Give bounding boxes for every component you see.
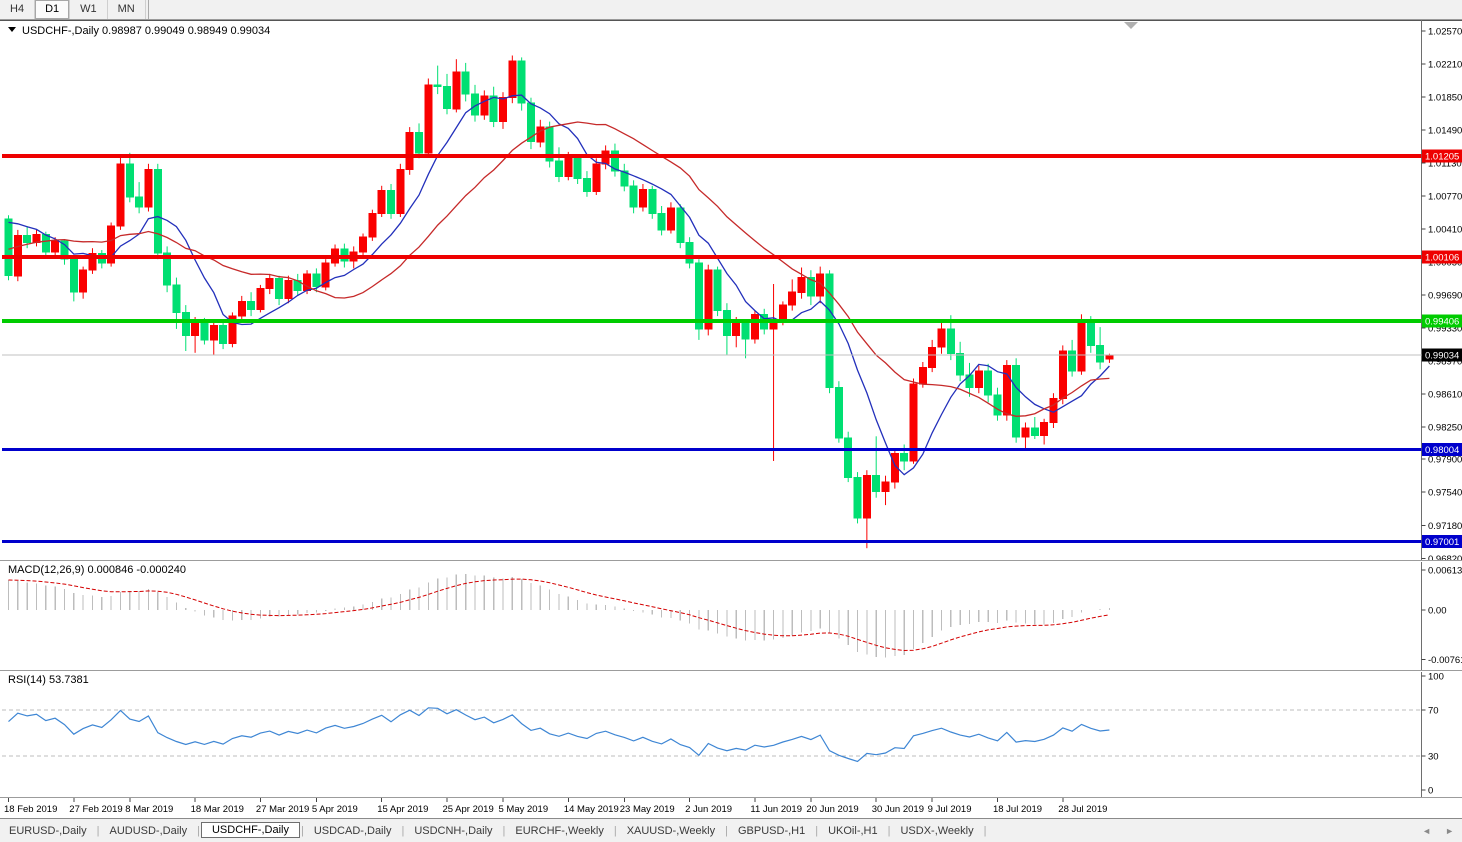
price-tick-label: 0.98250 — [1428, 423, 1462, 434]
chart-tab-usdchf[interactable]: USDCHF-,Daily — [201, 822, 300, 838]
chart-tab-usdcad[interactable]: USDCAD-,Daily — [305, 823, 401, 839]
price-tick-label: 0.99690 — [1428, 290, 1462, 301]
tf-button-d1[interactable]: D1 — [35, 0, 70, 19]
price-tick-label: 1.00410 — [1428, 224, 1462, 235]
svg-text:0.99406: 0.99406 — [1425, 317, 1459, 328]
tabs-scroll-right-icon[interactable]: ► — [1445, 826, 1454, 836]
date-label: 5 May 2019 — [498, 804, 548, 815]
rsi-scale-label: 30 — [1428, 751, 1439, 762]
rsi-label: RSI(14) 53.7381 — [8, 674, 89, 686]
price-tick-label: 1.01490 — [1428, 125, 1462, 136]
price-tick-label: 1.01850 — [1428, 92, 1462, 103]
trading-terminal: H4D1W1MN 1.02570 1.02210 1.01850 1.01490 1.0… — [0, 0, 1462, 842]
price-tick-label: 0.97900 — [1428, 455, 1462, 466]
date-label: 18 Feb 2019 — [4, 804, 57, 815]
date-label: 20 Jun 2019 — [806, 804, 858, 815]
price-tick-label: 0.97180 — [1428, 521, 1462, 532]
date-label: 5 Apr 2019 — [312, 804, 358, 815]
date-label: 27 Feb 2019 — [69, 804, 122, 815]
date-label: 28 Jul 2019 — [1058, 804, 1107, 815]
rsi-scale-label: 100 — [1428, 672, 1444, 683]
chart-tab-usdx[interactable]: USDX-,Weekly — [891, 823, 982, 839]
chart-title-ohlc: USDCHF-,Daily 0.98987 0.99049 0.98949 0.… — [22, 25, 270, 37]
date-label: 8 Mar 2019 — [125, 804, 173, 815]
price-badge-0.97001: 0.97001 — [1422, 535, 1462, 548]
price-tick-label: 1.00770 — [1428, 191, 1462, 202]
svg-text:0.97001: 0.97001 — [1425, 537, 1459, 548]
macd-label: MACD(12,26,9) 0.000846 -0.000240 — [8, 564, 186, 576]
price-tick-label: 0.96820 — [1428, 554, 1462, 565]
price-tick-label: 1.02570 — [1428, 26, 1462, 37]
date-label: 2 Jun 2019 — [685, 804, 732, 815]
date-label: 14 May 2019 — [564, 804, 619, 815]
macd-scale-label: 0.00613 — [1428, 566, 1462, 577]
date-label: 30 Jun 2019 — [872, 804, 924, 815]
date-label: 27 Mar 2019 — [256, 804, 309, 815]
chart-canvas[interactable]: 1.025701.022101.018501.014901.011301.007… — [0, 20, 1462, 818]
price-tick-label: 1.02210 — [1428, 59, 1462, 70]
timeframe-toolbar: H4D1W1MN — [0, 0, 1462, 20]
chart-tab-eurusd[interactable]: EURUSD-,Daily — [0, 823, 96, 839]
price-badge-1.01205: 1.01205 — [1422, 150, 1462, 163]
svg-text:0.98004: 0.98004 — [1425, 445, 1459, 456]
price-badge-0.99034: 0.99034 — [1422, 349, 1462, 362]
rsi-scale-label: 0 — [1428, 786, 1433, 797]
date-label: 11 Jun 2019 — [750, 804, 802, 815]
chart-tab-audusd[interactable]: AUDUSD-,Daily — [100, 823, 196, 839]
date-label: 23 May 2019 — [620, 804, 675, 815]
price-tick-label: 0.98610 — [1428, 390, 1462, 401]
date-label: 15 Apr 2019 — [377, 804, 428, 815]
chart-tab-eurchf[interactable]: EURCHF-,Weekly — [506, 823, 612, 839]
chart-tab-ukoil[interactable]: UKOil-,H1 — [819, 823, 887, 839]
chart-window: 1.025701.022101.018501.014901.011301.007… — [0, 20, 1462, 818]
toolbar-separator — [148, 0, 149, 19]
svg-text:1.00106: 1.00106 — [1425, 252, 1459, 263]
tf-button-w1[interactable]: W1 — [70, 0, 108, 19]
date-label: 18 Mar 2019 — [191, 804, 244, 815]
rsi-scale-label: 70 — [1428, 706, 1439, 717]
macd-scale-label: 0.00 — [1428, 606, 1447, 617]
date-label: 18 Jul 2019 — [993, 804, 1042, 815]
tab-separator: | — [983, 825, 988, 837]
chart-background — [0, 20, 1462, 818]
price-badge-0.98004: 0.98004 — [1422, 443, 1462, 456]
price-tick-label: 0.97540 — [1428, 488, 1462, 499]
macd-scale-label: -0.007612 — [1428, 655, 1462, 666]
svg-text:1.01205: 1.01205 — [1425, 152, 1459, 163]
svg-text:0.99034: 0.99034 — [1425, 351, 1459, 362]
chart-tab-usdcnh[interactable]: USDCNH-,Daily — [405, 823, 501, 839]
tabs-scroll-left-icon[interactable]: ◄ — [1422, 826, 1431, 836]
date-label: 25 Apr 2019 — [443, 804, 494, 815]
tf-button-mn[interactable]: MN — [108, 0, 146, 19]
tf-button-h4[interactable]: H4 — [0, 0, 35, 19]
date-label: 9 Jul 2019 — [928, 804, 972, 815]
symbol-tab-bar: EURUSD-,Daily|AUDUSD-,Daily|USDCHF-,Dail… — [0, 818, 1462, 842]
chart-tab-gbpusd[interactable]: GBPUSD-,H1 — [729, 823, 814, 839]
price-badge-1.00106: 1.00106 — [1422, 250, 1462, 263]
chart-tab-xauusd[interactable]: XAUUSD-,Weekly — [618, 823, 724, 839]
price-badge-0.99406: 0.99406 — [1422, 315, 1462, 328]
